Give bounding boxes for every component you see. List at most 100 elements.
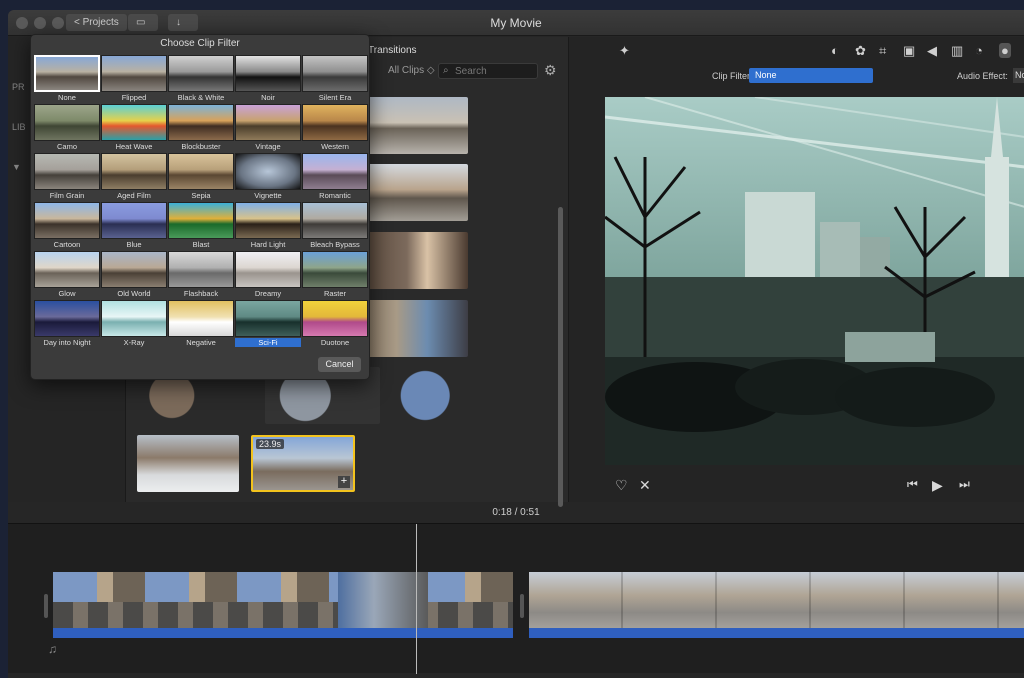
filter-preview-thumbnail xyxy=(235,104,301,141)
video-preview xyxy=(605,97,1024,465)
filter-option-romantic[interactable]: Romantic xyxy=(302,153,368,201)
selected-clip-thumbnail[interactable]: 23.9s + xyxy=(251,435,355,492)
magic-wand-icon[interactable]: ✦ xyxy=(619,43,630,59)
filter-option-label: Day into Night xyxy=(43,338,91,347)
filter-preview-thumbnail xyxy=(168,251,234,288)
color-balance-icon[interactable]: ◐ xyxy=(831,43,839,58)
filter-option-blue[interactable]: Blue xyxy=(101,202,167,250)
filter-option-silent-era[interactable]: Silent Era xyxy=(302,55,368,103)
filter-option-camo[interactable]: Camo xyxy=(34,104,100,152)
clip-filter-select[interactable]: None xyxy=(749,68,873,83)
equalizer-icon[interactable]: ▥ xyxy=(951,43,963,59)
filter-preview-thumbnail xyxy=(302,153,368,190)
filter-option-sci-fi[interactable]: Sci-Fi xyxy=(235,300,301,348)
filter-option-x-ray[interactable]: X-Ray xyxy=(101,300,167,348)
filter-option-film-grain[interactable]: Film Grain xyxy=(34,153,100,201)
filter-preview-thumbnail xyxy=(101,251,167,288)
filter-option-label: Raster xyxy=(323,289,347,298)
skip-forward-icon[interactable]: ⏭ xyxy=(959,477,970,492)
filter-preview-thumbnail xyxy=(302,300,368,337)
reject-icon[interactable]: ✕ xyxy=(639,477,651,494)
filter-option-dreamy[interactable]: Dreamy xyxy=(235,251,301,299)
filter-option-aged-film[interactable]: Aged Film xyxy=(101,153,167,201)
filter-option-label: Silent Era xyxy=(318,93,352,102)
speed-icon[interactable]: ◔ xyxy=(975,43,983,58)
filter-option-flashback[interactable]: Flashback xyxy=(168,251,234,299)
clip-thumbnail[interactable] xyxy=(366,232,468,289)
filter-option-glow[interactable]: Glow xyxy=(34,251,100,299)
audio-effect-select[interactable]: No xyxy=(1013,68,1024,83)
filter-preview-thumbnail xyxy=(235,153,301,190)
filter-option-none[interactable]: None xyxy=(34,55,100,103)
filter-option-black-and-white[interactable]: Black & White xyxy=(168,55,234,103)
clip-thumbnail[interactable] xyxy=(393,367,508,424)
music-note-icon: ♫ xyxy=(48,642,57,656)
add-clip-icon[interactable]: + xyxy=(338,476,350,488)
filter-option-label: Aged Film xyxy=(117,191,151,200)
clip-filter-icon[interactable]: ● xyxy=(999,43,1011,58)
all-clips-dropdown[interactable]: All Clips ◇ xyxy=(388,65,435,76)
filter-preview-thumbnail xyxy=(168,55,234,92)
filter-option-label: Old World xyxy=(117,289,151,298)
skip-back-icon[interactable]: ⏮ xyxy=(907,477,918,492)
filter-option-old-world[interactable]: Old World xyxy=(101,251,167,299)
filter-option-raster[interactable]: Raster xyxy=(302,251,368,299)
clip-thumbnail[interactable] xyxy=(366,97,468,154)
filter-option-label: Heat Wave xyxy=(115,142,153,151)
filter-option-cartoon[interactable]: Cartoon xyxy=(34,202,100,250)
clip-thumbnail[interactable] xyxy=(366,164,468,221)
tab-transitions[interactable]: Transitions xyxy=(368,45,417,56)
audio-effect-label: Audio Effect: xyxy=(957,71,1008,81)
filter-option-vignette[interactable]: Vignette xyxy=(235,153,301,201)
filter-preview-thumbnail xyxy=(302,202,368,239)
filter-option-label: Negative xyxy=(186,338,216,347)
filter-option-blast[interactable]: Blast xyxy=(168,202,234,250)
clip-thumbnail[interactable] xyxy=(366,300,468,357)
audio-waveform xyxy=(529,628,1024,638)
filter-preview-thumbnail xyxy=(34,202,100,239)
cancel-button[interactable]: Cancel xyxy=(318,357,361,372)
clip-trim-handle[interactable] xyxy=(44,594,48,618)
clip-duration-badge: 23.9s xyxy=(256,439,285,449)
playhead[interactable] xyxy=(416,524,417,674)
filter-option-heat-wave[interactable]: Heat Wave xyxy=(101,104,167,152)
filter-option-label: Romantic xyxy=(319,191,351,200)
filter-option-sepia[interactable]: Sepia xyxy=(168,153,234,201)
filter-option-western[interactable]: Western xyxy=(302,104,368,152)
filter-option-label: Flipped xyxy=(121,93,147,102)
filter-option-label: Film Grain xyxy=(49,191,85,200)
window-title: My Movie xyxy=(490,16,542,30)
timeline-clip-2[interactable] xyxy=(529,572,1024,630)
filter-preview-thumbnail xyxy=(302,55,368,92)
stabilization-icon[interactable]: ▣ xyxy=(903,43,915,59)
gear-icon[interactable]: ⚙ xyxy=(544,62,557,79)
play-icon[interactable]: ▶ xyxy=(932,477,943,494)
search-input[interactable]: ⌕ Search xyxy=(438,63,538,79)
filter-option-vintage[interactable]: Vintage xyxy=(235,104,301,152)
filter-option-noir[interactable]: Noir xyxy=(235,55,301,103)
filter-option-bleach-bypass[interactable]: Bleach Bypass xyxy=(302,202,368,250)
clip-trim-handle[interactable] xyxy=(520,594,524,618)
timeline-clip-1[interactable] xyxy=(53,572,513,630)
current-time: 0:18 xyxy=(492,507,512,518)
filter-option-day-into-night[interactable]: Day into Night xyxy=(34,300,100,348)
disclosure-triangle-icon[interactable]: ▼ xyxy=(12,162,21,172)
timeline[interactable]: ♫ xyxy=(8,523,1024,674)
filter-option-flipped[interactable]: Flipped xyxy=(101,55,167,103)
color-correction-icon[interactable]: ✿ xyxy=(855,43,866,59)
filter-option-blockbuster[interactable]: Blockbuster xyxy=(168,104,234,152)
filter-option-label: Blockbuster xyxy=(181,142,221,151)
filter-preview-thumbnail xyxy=(34,104,100,141)
volume-icon[interactable]: ◀ xyxy=(927,43,937,59)
filter-option-label: Vintage xyxy=(255,142,281,151)
clip-thumbnail[interactable] xyxy=(137,435,239,492)
filter-option-negative[interactable]: Negative xyxy=(168,300,234,348)
browser-scrollbar[interactable] xyxy=(558,207,563,507)
crop-icon[interactable]: ⌗ xyxy=(879,43,886,59)
favorite-heart-icon[interactable]: ♡ xyxy=(615,477,628,494)
filter-option-hard-light[interactable]: Hard Light xyxy=(235,202,301,250)
filter-option-label: Blast xyxy=(192,240,210,249)
sidebar-projects-label: PR xyxy=(12,82,25,92)
filter-option-duotone[interactable]: Duotone xyxy=(302,300,368,348)
title-bar: < Projects ▭ ↓ My Movie xyxy=(8,10,1024,36)
